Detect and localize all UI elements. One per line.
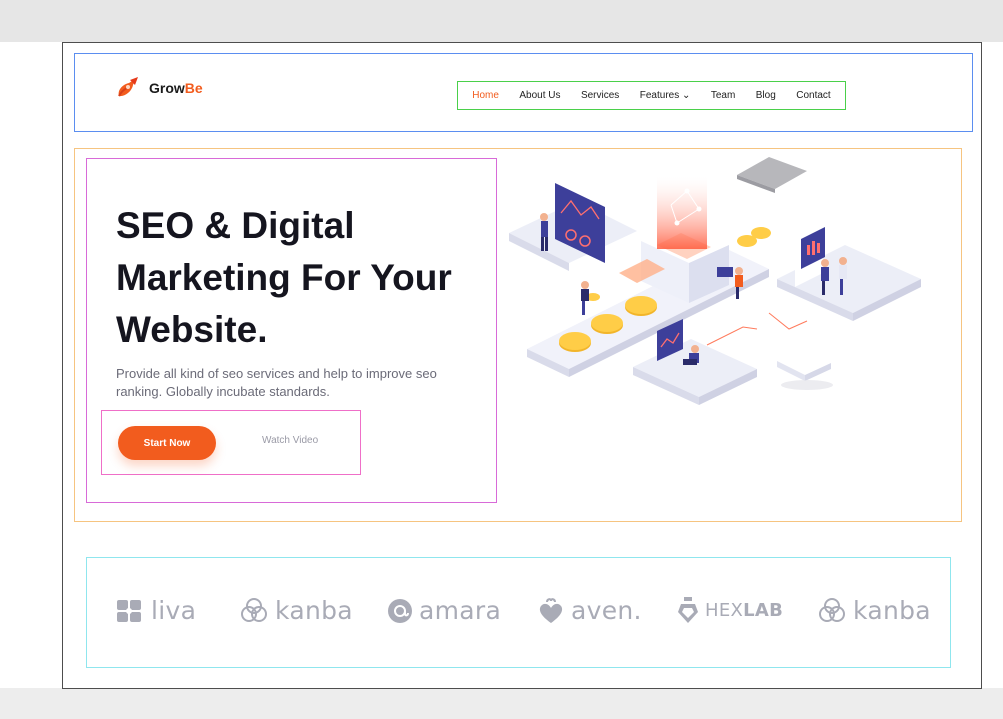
isometric-seo-illustration — [509, 157, 921, 405]
hero-text-block: SEO & Digital Marketing For Your Website… — [86, 158, 497, 503]
flask-icon — [678, 597, 698, 623]
start-now-button[interactable]: Start Now — [118, 426, 216, 460]
brand-name: GrowBe — [149, 80, 203, 96]
partner-logo-hexlab[interactable]: HEXLAB — [677, 596, 783, 624]
partner-logo-aven[interactable]: aven. — [537, 596, 642, 625]
nav-item-team[interactable]: Team — [711, 90, 735, 101]
hero-section: SEO & Digital Marketing For Your Website… — [74, 148, 962, 522]
partner-logos: liva kanba amara aven. HEXLAB kanba — [86, 557, 951, 668]
puzzle-icon — [117, 599, 141, 622]
top-strip — [0, 0, 1003, 42]
knot-icon — [241, 597, 267, 622]
hero-description: Provide all kind of seo services and hel… — [116, 366, 437, 399]
brand-logo[interactable]: GrowBe — [115, 76, 203, 100]
main-nav: Home About Us Services Features ⌄ Team B… — [457, 81, 846, 110]
partner-logo-kanba-2[interactable]: kanba — [817, 596, 931, 625]
partner-logo-kanba[interactable]: kanba — [239, 596, 353, 625]
partner-logo-liva[interactable]: liva — [115, 596, 196, 625]
hero-title: SEO & Digital Marketing For Your Website… — [116, 205, 452, 350]
nav-item-blog[interactable]: Blog — [756, 90, 776, 101]
nav-item-about-us[interactable]: About Us — [519, 90, 560, 101]
watch-video-button[interactable]: Watch Video — [262, 435, 318, 446]
site-header: GrowBe Home About Us Services Features ⌄… — [74, 53, 973, 132]
nav-item-home[interactable]: Home — [472, 90, 499, 101]
nav-item-contact[interactable]: Contact — [796, 90, 830, 101]
landing-page: GrowBe Home About Us Services Features ⌄… — [62, 42, 982, 689]
partner-logo-amara[interactable]: amara — [387, 596, 501, 625]
knot-icon — [819, 597, 845, 622]
leaf-heart-icon — [539, 597, 563, 623]
hero-cta-group: Start Now Watch Video — [101, 410, 361, 475]
bottom-strip — [0, 688, 1003, 719]
nav-item-services[interactable]: Services — [581, 90, 619, 101]
at-icon — [388, 598, 412, 623]
nav-item-features[interactable]: Features ⌄ — [640, 90, 691, 101]
rocket-icon — [118, 77, 138, 97]
